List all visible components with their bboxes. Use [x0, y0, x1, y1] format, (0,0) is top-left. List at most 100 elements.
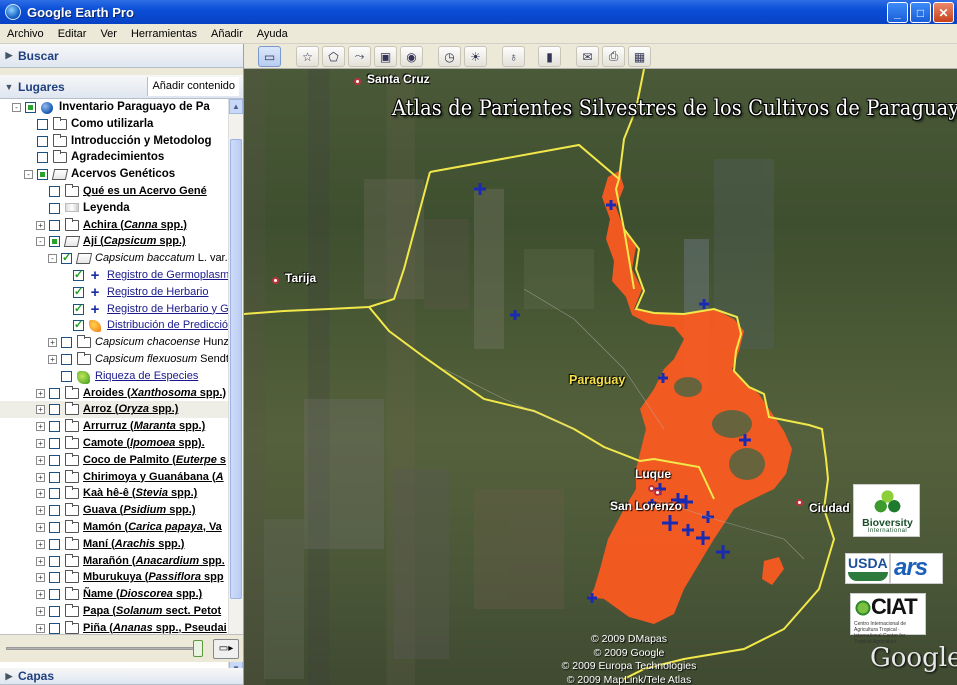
tree-item-label[interactable]: Introducción y Metodolog	[71, 135, 212, 147]
menu-anadir[interactable]: Añadir	[204, 28, 250, 40]
tree-item[interactable]: - Ají (Capsicum spp.)	[0, 233, 228, 250]
tree-item[interactable]: + Marañón (Anacardium spp.	[0, 553, 228, 570]
search-panel-header[interactable]: ▶ Buscar	[0, 44, 243, 68]
map-view[interactable]: Atlas de Parientes Silvestres de los Cul…	[244, 69, 957, 685]
place-label-paraguay[interactable]: Paraguay	[569, 373, 625, 387]
places-tree[interactable]: - Inventario Paraguayo de Pa Como utilizar…	[0, 99, 228, 676]
tree-item-label[interactable]: Acervos Genéticos	[71, 168, 175, 180]
add-image-overlay-button[interactable]: ▣	[374, 46, 397, 67]
visibility-checkbox[interactable]	[49, 437, 60, 449]
email-button[interactable]: ✉	[576, 46, 599, 67]
visibility-checkbox[interactable]	[49, 505, 60, 517]
tree-item-label[interactable]: Registro de Herbario	[107, 286, 209, 298]
expand-icon[interactable]: +	[36, 573, 45, 583]
visibility-checkbox[interactable]	[61, 370, 72, 382]
expand-icon[interactable]: +	[36, 472, 45, 482]
scroll-up-icon[interactable]: ▲	[229, 99, 243, 114]
san-lorenzo-pin[interactable]	[654, 489, 661, 496]
visibility-checkbox[interactable]	[49, 622, 60, 634]
expand-icon[interactable]: +	[36, 522, 45, 532]
tree-item-label[interactable]: Distribución de Predicción	[107, 319, 228, 331]
place-label-luque[interactable]: Luque	[635, 467, 671, 481]
tree-item[interactable]: Leyenda	[0, 200, 228, 217]
tree-item[interactable]: - Inventario Paraguayo de Pa	[0, 99, 228, 116]
visibility-checkbox[interactable]	[37, 135, 48, 147]
tree-item[interactable]: + Mburukuya (Passiflora spp	[0, 569, 228, 586]
place-label-santa-cruz[interactable]: Santa Cruz	[367, 72, 430, 86]
visibility-checkbox[interactable]	[49, 404, 60, 416]
tree-item[interactable]: Agradecimientos	[0, 149, 228, 166]
expand-icon[interactable]: +	[36, 405, 45, 415]
expand-icon[interactable]: +	[48, 338, 57, 348]
expand-icon[interactable]: +	[36, 556, 45, 566]
maximize-button[interactable]: □	[910, 2, 931, 23]
visibility-checkbox[interactable]	[37, 118, 48, 130]
visibility-checkbox[interactable]	[49, 555, 60, 567]
visibility-checkbox[interactable]	[49, 202, 60, 214]
tree-item-label[interactable]: Capsicum baccatum L. var.	[95, 252, 228, 264]
tree-item-label[interactable]: Agradecimientos	[71, 151, 164, 163]
place-label-tarija[interactable]: Tarija	[285, 271, 316, 285]
visibility-checkbox[interactable]	[49, 185, 60, 197]
scrollbar-thumb[interactable]	[230, 139, 242, 599]
visibility-checkbox[interactable]	[49, 471, 60, 483]
expand-icon[interactable]: +	[36, 422, 45, 432]
tree-item-label[interactable]: Inventario Paraguayo de Pa	[59, 101, 210, 113]
visibility-checkbox[interactable]	[49, 454, 60, 466]
menu-ver[interactable]: Ver	[93, 28, 124, 40]
tree-item-label[interactable]: Marañón (Anacardium spp.	[83, 555, 225, 567]
tree-item-label[interactable]: Achira (Canna spp.)	[83, 219, 187, 231]
tree-item[interactable]: + Maní (Arachis spp.)	[0, 536, 228, 553]
tree-item[interactable]: Riqueza de Especies	[0, 368, 228, 385]
tree-item-label[interactable]: Leyenda	[83, 202, 130, 214]
tree-item-label[interactable]: Arroz (Oryza spp.)	[83, 403, 178, 415]
expand-icon[interactable]: +	[36, 438, 45, 448]
expand-icon[interactable]: +	[48, 354, 57, 364]
expand-icon[interactable]: +	[36, 539, 45, 549]
add-path-button[interactable]: ⤳	[348, 46, 371, 67]
tree-item[interactable]: + Ñame (Dioscorea spp.)	[0, 586, 228, 603]
expand-icon[interactable]: +	[36, 388, 45, 398]
tree-item[interactable]: + Coco de Palmito (Euterpe s	[0, 452, 228, 469]
place-label-san-lorenzo[interactable]: San Lorenzo	[610, 499, 682, 513]
opacity-slider-track[interactable]	[6, 647, 196, 650]
tree-item[interactable]: + Registro de Herbario y Ger	[0, 301, 228, 318]
tree-item[interactable]: Introducción y Metodolog	[0, 133, 228, 150]
visibility-checkbox[interactable]	[61, 353, 72, 365]
tree-item[interactable]: + Arrurruz (Maranta spp.)	[0, 418, 228, 435]
tree-item[interactable]: Como utilizarla	[0, 116, 228, 133]
add-content-button[interactable]: Añadir contenido	[147, 77, 239, 96]
sidebar-toggle-button[interactable]: ▭	[258, 46, 281, 67]
visibility-checkbox[interactable]	[37, 152, 48, 164]
tree-item[interactable]: Qué es un Acervo Gené	[0, 183, 228, 200]
expand-icon[interactable]: +	[36, 220, 45, 230]
tree-item-label[interactable]: Guava (Psidium spp.)	[83, 504, 196, 516]
tree-item-label[interactable]: Riqueza de Especies	[95, 370, 198, 382]
tree-item[interactable]: - Acervos Genéticos	[0, 166, 228, 183]
tree-item[interactable]: + Achira (Canna spp.)	[0, 217, 228, 234]
tree-item[interactable]: + Kaà hê-ê (Stevia spp.)	[0, 485, 228, 502]
tree-item-label[interactable]: Registro de Herbario y Ger	[107, 303, 228, 315]
close-button[interactable]: ✕	[933, 2, 954, 23]
switch-planet-button[interactable]: ♁	[502, 46, 525, 67]
visibility-checkbox[interactable]	[73, 302, 84, 315]
menu-editar[interactable]: Editar	[51, 28, 94, 40]
collapse-icon[interactable]: -	[12, 103, 21, 112]
visibility-checkbox[interactable]	[49, 387, 60, 399]
expand-icon[interactable]: +	[36, 506, 45, 516]
tree-item-label[interactable]: Mburukuya (Passiflora spp	[83, 571, 224, 583]
tree-item[interactable]: + Capsicum flexuosum Sendtn.	[0, 351, 228, 368]
expand-icon[interactable]: +	[36, 489, 45, 499]
tree-item[interactable]: + Papa (Solanum sect. Petot	[0, 603, 228, 620]
visibility-checkbox[interactable]	[49, 521, 60, 533]
historical-imagery-button[interactable]: ◷	[438, 46, 461, 67]
expand-icon[interactable]: +	[36, 606, 45, 616]
tree-item[interactable]: + Chirimoya y Guanábana (A	[0, 469, 228, 486]
tree-item[interactable]: + Aroides (Xanthosoma spp.)	[0, 385, 228, 402]
add-polygon-button[interactable]: ⬠	[322, 46, 345, 67]
collapse-icon[interactable]: -	[24, 170, 33, 180]
menu-archivo[interactable]: Archivo	[0, 28, 51, 40]
tree-item-label[interactable]: Capsicum chacoense Hunz.	[95, 336, 228, 348]
print-button[interactable]: ⎙	[602, 46, 625, 67]
tree-item-label[interactable]: Registro de Germoplasma	[107, 269, 228, 281]
